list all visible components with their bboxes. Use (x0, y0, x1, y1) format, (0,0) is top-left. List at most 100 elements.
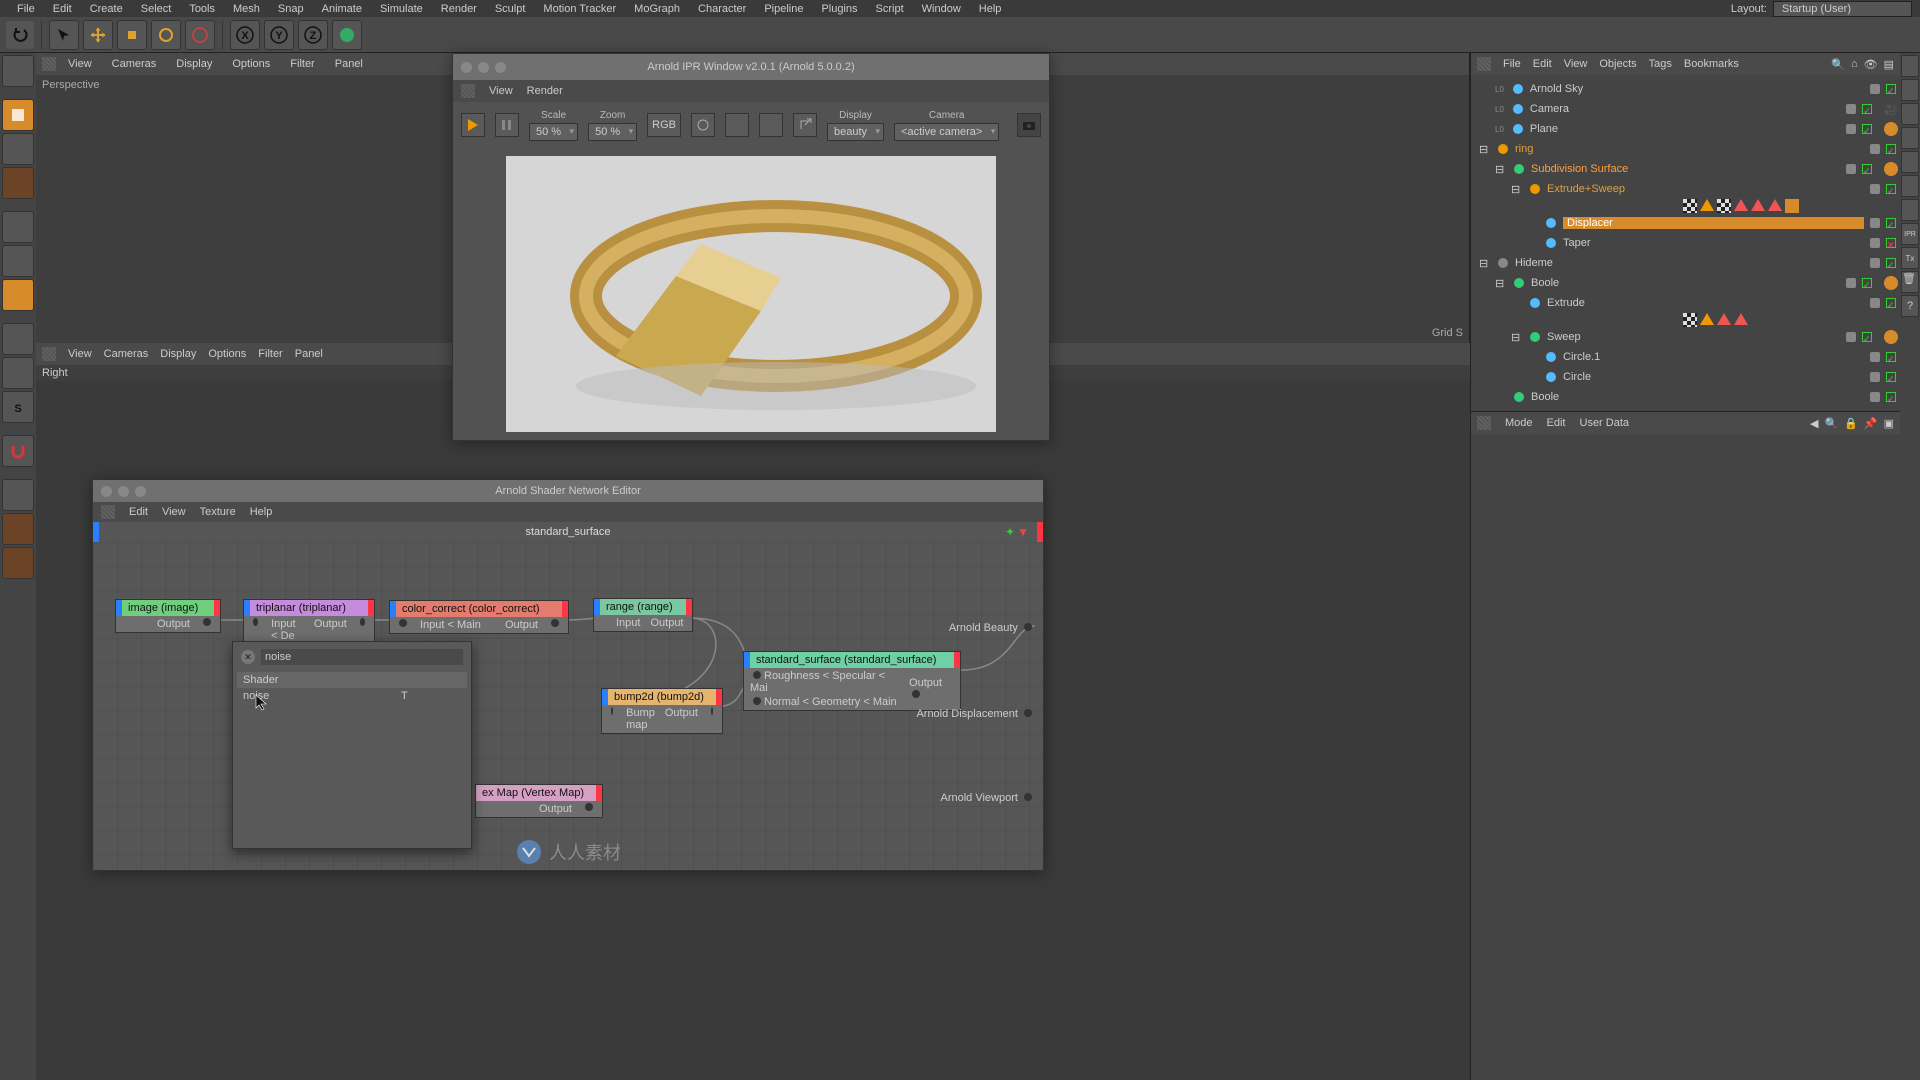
expand-icon[interactable]: ⊟ (1479, 257, 1491, 270)
vp1-menu-view[interactable]: View (60, 58, 100, 70)
menu-create[interactable]: Create (81, 3, 132, 15)
vp1-menu-panel[interactable]: Panel (327, 58, 371, 70)
rs-btn-3[interactable] (1901, 103, 1919, 125)
move-tool[interactable] (83, 20, 113, 50)
om-layers-icon[interactable]: ▤ (1884, 58, 1894, 71)
tab-nav-icons[interactable]: ✦▼ (1005, 525, 1029, 539)
tag-icon[interactable] (1884, 276, 1898, 290)
she-menu-edit[interactable]: Edit (129, 506, 148, 518)
point-mode-button[interactable] (2, 211, 34, 243)
menu-render[interactable]: Render (432, 3, 486, 15)
expand-icon[interactable]: ⊟ (1479, 143, 1491, 156)
search-close-button[interactable]: ✕ (241, 650, 255, 664)
tree-row[interactable]: ⊟Hideme (1473, 253, 1898, 273)
tree-row[interactable]: Extrude (1473, 293, 1898, 313)
snap-button[interactable]: S (2, 391, 34, 423)
workplane-axis-button[interactable] (2, 547, 34, 579)
visibility-dots[interactable] (1844, 330, 1874, 344)
attr-menu-mode[interactable]: Mode (1505, 417, 1533, 429)
tree-row[interactable]: ⊟Subdivision Surface (1473, 159, 1898, 179)
om-menu-edit[interactable]: Edit (1533, 58, 1552, 70)
tree-row[interactable]: L0Camera🎥 (1473, 99, 1898, 119)
grip-icon[interactable] (42, 57, 56, 71)
om-search-icon[interactable]: 🔍 (1831, 58, 1845, 71)
grip-icon[interactable] (1477, 57, 1491, 71)
viewport-solo-button[interactable] (2, 357, 34, 389)
attr-search-icon[interactable]: 🔍 (1824, 417, 1838, 430)
window-controls-icon[interactable] (461, 62, 506, 73)
visibility-dots[interactable] (1868, 236, 1898, 250)
tag-tri-r-icon[interactable] (1717, 313, 1731, 325)
tag-checker-icon[interactable] (1717, 199, 1731, 213)
om-home-icon[interactable]: ⌂ (1851, 58, 1858, 71)
rs-btn-7[interactable] (1901, 199, 1919, 221)
menu-simulate[interactable]: Simulate (371, 3, 432, 15)
menu-tools[interactable]: Tools (180, 3, 224, 15)
vp1-menu-filter[interactable]: Filter (282, 58, 322, 70)
menu-animate[interactable]: Animate (313, 3, 371, 15)
object-tree[interactable]: L0Arnold Sky L0Camera🎥 L0Plane⊟ring⊟Subd… (1471, 75, 1900, 411)
tag-icon[interactable] (1884, 162, 1898, 176)
grip-icon[interactable] (101, 505, 115, 519)
edge-mode-button[interactable] (2, 245, 34, 277)
shader-editor-titlebar[interactable]: Arnold Shader Network Editor (93, 480, 1043, 502)
ipr-region-button[interactable] (759, 113, 783, 137)
node-vertex-map[interactable]: ex Map (Vertex Map) Output (475, 784, 603, 818)
node-range[interactable]: range (range) InputOutput (593, 598, 693, 632)
rs-btn-trash[interactable]: 🗑 (1901, 271, 1919, 293)
node-image[interactable]: image (image) Output (115, 599, 221, 633)
rs-btn-tx[interactable]: Tx (1901, 247, 1919, 269)
attr-max-icon[interactable]: ▣ (1884, 417, 1894, 430)
ipr-render-area[interactable] (453, 148, 1049, 440)
workplane-snap-button[interactable] (2, 513, 34, 545)
attr-pin-icon[interactable]: 📌 (1864, 417, 1878, 430)
om-menu-objects[interactable]: Objects (1599, 58, 1636, 70)
workplane-lock-button[interactable] (2, 479, 34, 511)
tree-row[interactable]: Boole (1473, 387, 1898, 407)
search-result-noise[interactable]: noise T (237, 688, 467, 704)
visibility-dots[interactable] (1844, 276, 1874, 290)
last-tool[interactable] (185, 20, 215, 50)
rotate-tool[interactable] (151, 20, 181, 50)
tag-checker-icon[interactable] (1683, 313, 1697, 327)
attr-back-icon[interactable]: ◀ (1810, 417, 1818, 430)
rs-btn-help[interactable]: ? (1901, 295, 1919, 317)
node-standard-surface[interactable]: standard_surface (standard_surface) Roug… (743, 651, 961, 711)
rs-btn-5[interactable] (1901, 151, 1919, 173)
vp1-menu-options[interactable]: Options (224, 58, 278, 70)
ipr-menu-render[interactable]: Render (527, 85, 563, 97)
menu-plugins[interactable]: Plugins (812, 3, 866, 15)
menu-pipeline[interactable]: Pipeline (755, 3, 812, 15)
she-menu-help[interactable]: Help (250, 506, 273, 518)
tree-row[interactable]: Circle (1473, 367, 1898, 387)
expand-icon[interactable]: ⊟ (1511, 183, 1523, 196)
grip-icon[interactable] (1477, 416, 1491, 430)
tree-row[interactable]: L0Plane (1473, 119, 1898, 139)
attr-menu-edit[interactable]: Edit (1547, 417, 1566, 429)
expand-icon[interactable]: ⊟ (1495, 277, 1507, 290)
visibility-dots[interactable] (1868, 182, 1898, 196)
grip-icon[interactable] (461, 84, 475, 98)
undo-button[interactable] (6, 21, 34, 49)
expand-icon[interactable]: ⊟ (1495, 163, 1507, 176)
texture-mode-button[interactable] (2, 133, 34, 165)
tag-tri-o-icon[interactable] (1700, 313, 1714, 325)
ipr-scale-dropdown[interactable]: 50 % (529, 123, 578, 141)
output-beauty-label[interactable]: Arnold Beauty (949, 622, 1035, 634)
ipr-open-button[interactable] (793, 113, 817, 137)
tree-row[interactable]: L0Arnold Sky (1473, 79, 1898, 99)
om-eye-icon[interactable]: 👁 (1864, 58, 1878, 71)
ipr-pause-button[interactable] (495, 113, 519, 137)
tag-checker-icon[interactable] (1683, 199, 1697, 213)
visibility-dots[interactable] (1868, 370, 1898, 384)
tag-tri-r-icon[interactable] (1751, 199, 1765, 211)
om-menu-file[interactable]: File (1503, 58, 1521, 70)
rs-btn-6[interactable] (1901, 175, 1919, 197)
ipr-titlebar[interactable]: Arnold IPR Window v2.0.1 (Arnold 5.0.0.2… (453, 54, 1049, 80)
vp2-menu-panel[interactable]: Panel (295, 348, 323, 360)
poly-mode-button[interactable] (2, 279, 34, 311)
grip-icon[interactable] (42, 347, 56, 361)
tag-tri-o-icon[interactable] (1700, 199, 1714, 211)
output-displacement-label[interactable]: Arnold Displacement (916, 708, 1035, 720)
coord-system-button[interactable] (332, 20, 362, 50)
